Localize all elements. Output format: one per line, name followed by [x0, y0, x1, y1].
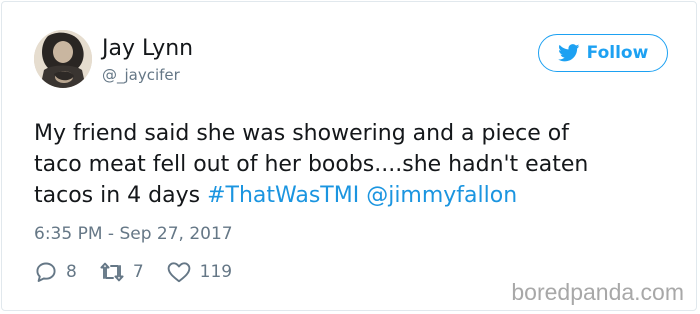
- avatar[interactable]: [34, 30, 92, 88]
- like-count: 119: [199, 262, 233, 282]
- tweet-text: My friend said she was showering and a p…: [34, 118, 674, 211]
- heart-icon: [166, 260, 192, 284]
- tweet-timestamp[interactable]: 6:35 PM - Sep 27, 2017: [34, 224, 233, 244]
- user-name[interactable]: Jay Lynn: [102, 36, 193, 62]
- watermark: boredpanda.com: [511, 279, 684, 305]
- tweet-text-line-2: taco meat fell out of her boobs....she h…: [34, 152, 589, 177]
- tweet-card: Jay Lynn @_jaycifer Follow My friend sai…: [1, 1, 697, 311]
- follow-button-label: Follow: [586, 43, 649, 63]
- tweet-text-line-3: tacos in 4 days #ThatWasTMI @jimmyfallon: [34, 180, 674, 211]
- tweet-actions: 8 7 119: [34, 260, 232, 284]
- retweet-icon: [99, 260, 125, 284]
- tweet-text-line-3-prefix: tacos in 4 days: [34, 183, 208, 208]
- mention-link[interactable]: @jimmyfallon: [366, 183, 517, 208]
- reply-icon: [34, 260, 58, 284]
- follow-button[interactable]: Follow: [538, 34, 668, 72]
- twitter-bird-icon: [557, 44, 580, 62]
- tweet-text-line-1: My friend said she was showering and a p…: [34, 121, 569, 146]
- like-button[interactable]: 119: [166, 260, 232, 284]
- hashtag-link[interactable]: #ThatWasTMI: [207, 183, 359, 208]
- reply-count: 8: [66, 262, 77, 282]
- user-handle[interactable]: @_jaycifer: [102, 66, 180, 84]
- reply-button[interactable]: 8: [34, 260, 77, 284]
- retweet-button[interactable]: 7: [99, 260, 144, 284]
- retweet-count: 7: [132, 262, 144, 282]
